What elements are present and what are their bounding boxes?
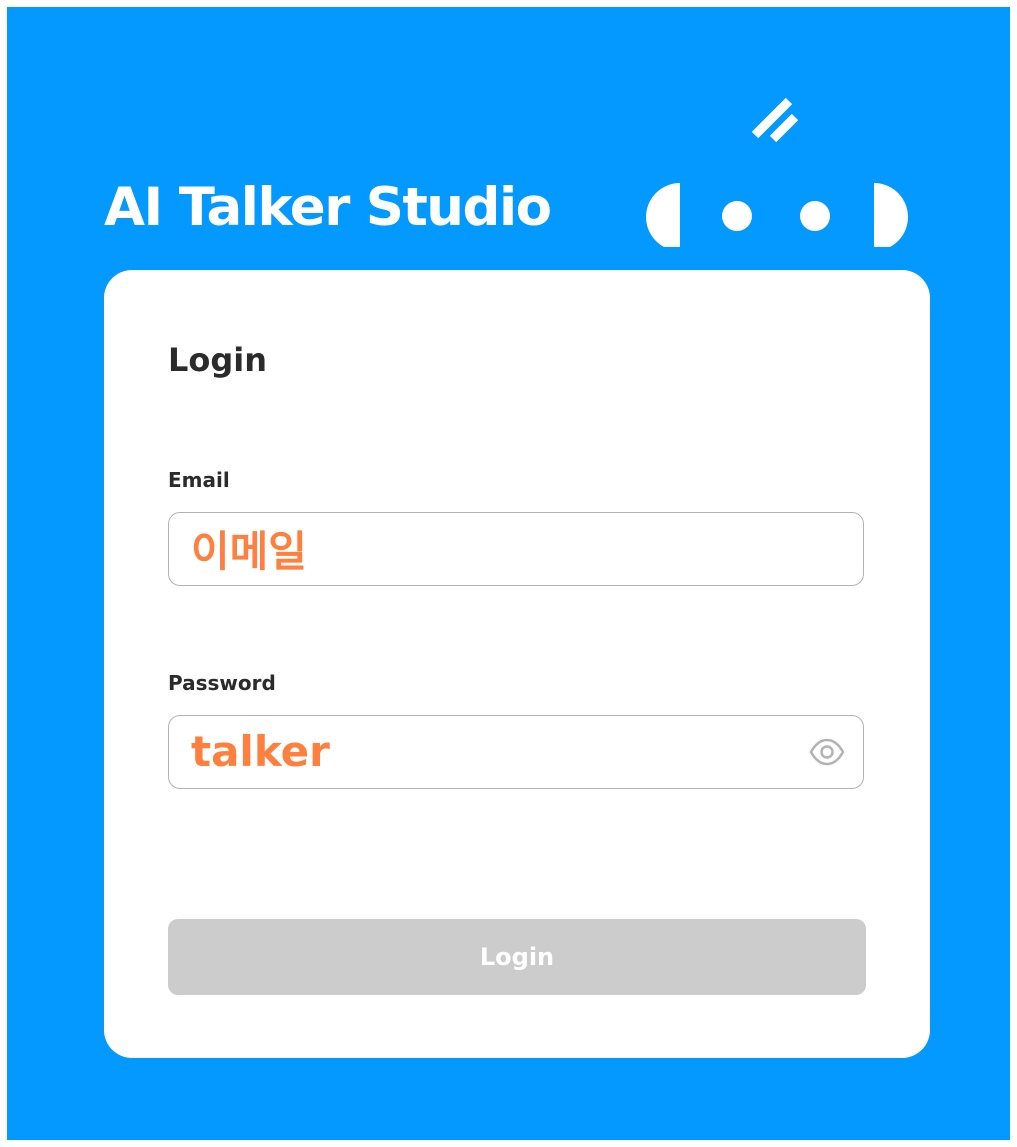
right-ear-icon bbox=[874, 183, 908, 247]
password-input[interactable] bbox=[191, 716, 791, 787]
left-eye-icon bbox=[722, 201, 752, 231]
login-button[interactable]: Login bbox=[168, 919, 866, 995]
antenna-icon bbox=[751, 97, 799, 143]
email-label: Email bbox=[168, 468, 230, 492]
login-card: Login Email Password Login bbox=[104, 270, 930, 1058]
eye-icon[interactable] bbox=[809, 738, 845, 766]
login-heading: Login bbox=[168, 341, 268, 379]
right-eye-icon bbox=[800, 201, 830, 231]
password-field[interactable] bbox=[168, 715, 864, 789]
email-input[interactable] bbox=[191, 513, 791, 584]
password-label: Password bbox=[168, 671, 276, 695]
robot-face-logo-icon bbox=[646, 97, 908, 247]
login-screen: AI Talker Studio Login Email Password Lo… bbox=[7, 7, 1010, 1140]
email-field[interactable] bbox=[168, 512, 864, 586]
app-title: AI Talker Studio bbox=[104, 177, 552, 238]
left-ear-icon bbox=[646, 183, 680, 247]
